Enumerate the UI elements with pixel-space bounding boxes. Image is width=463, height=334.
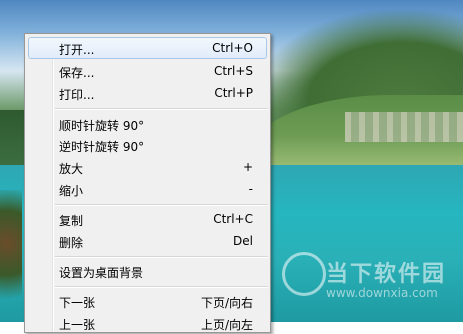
menu-item-shortcut: -	[248, 182, 253, 196]
menu-item-shortcut: Ctrl+S	[213, 64, 253, 78]
menu-separator	[55, 204, 268, 206]
menu-separator	[55, 286, 268, 288]
menu-item-set-desktop-background[interactable]: 设置为桌面背景	[28, 260, 267, 282]
menu-item-label: 设置为桌面背景	[59, 266, 144, 280]
menu-item-label: 顺时针旋转 90°	[59, 119, 145, 133]
menu-item-label: 打开...	[59, 43, 95, 57]
menu-separator	[55, 108, 268, 110]
menu-item-previous[interactable]: 上一张 上页/向左	[28, 312, 267, 334]
menu-item-shortcut: Ctrl+C	[213, 212, 253, 226]
menu-item-open[interactable]: 打开... Ctrl+O	[28, 37, 267, 59]
menu-item-print[interactable]: 打印... Ctrl+P	[28, 82, 267, 104]
menu-item-save[interactable]: 保存... Ctrl+S	[28, 60, 267, 82]
menu-item-shortcut: Del	[233, 234, 253, 248]
menu-item-shortcut: Ctrl+P	[214, 86, 253, 100]
menu-item-next[interactable]: 下一张 下页/向右	[28, 290, 267, 312]
menu-item-rotate-clockwise[interactable]: 顺时针旋转 90°	[28, 113, 267, 135]
watermark: 当下软件园 www.downxia.com	[282, 252, 462, 307]
watermark-title: 当下软件园	[326, 262, 447, 287]
menu-item-label: 上一张	[59, 318, 96, 332]
context-menu: 打开... Ctrl+O 保存... Ctrl+S 打印... Ctrl+P 顺…	[24, 33, 271, 333]
menu-item-label: 下一张	[59, 296, 96, 310]
watermark-url: www.downxia.com	[326, 286, 438, 300]
menu-item-shortcut: 下页/向右	[200, 296, 253, 310]
menu-item-label: 保存...	[59, 66, 95, 80]
menu-item-label: 删除	[59, 236, 84, 250]
menu-item-delete[interactable]: 删除 Del	[28, 230, 267, 252]
menu-item-zoom-in[interactable]: 放大 +	[28, 156, 267, 178]
menu-separator	[55, 256, 268, 258]
menu-item-label: 逆时针旋转 90°	[59, 140, 145, 154]
menu-item-label: 缩小	[59, 184, 84, 198]
menu-item-rotate-counterclockwise[interactable]: 逆时针旋转 90°	[28, 134, 267, 156]
menu-item-label: 打印...	[59, 88, 95, 102]
menu-item-shortcut: 上页/向左	[200, 318, 253, 332]
menu-item-label: 复制	[59, 214, 84, 228]
watermark-logo-icon	[282, 252, 326, 296]
foreground-tree	[0, 190, 22, 322]
menu-item-zoom-out[interactable]: 缩小 -	[28, 178, 267, 200]
village	[345, 112, 463, 142]
menu-item-shortcut: Ctrl+O	[212, 41, 253, 55]
menu-item-shortcut: +	[242, 160, 253, 174]
menu-item-copy[interactable]: 复制 Ctrl+C	[28, 208, 267, 230]
menu-item-label: 放大	[59, 162, 84, 176]
